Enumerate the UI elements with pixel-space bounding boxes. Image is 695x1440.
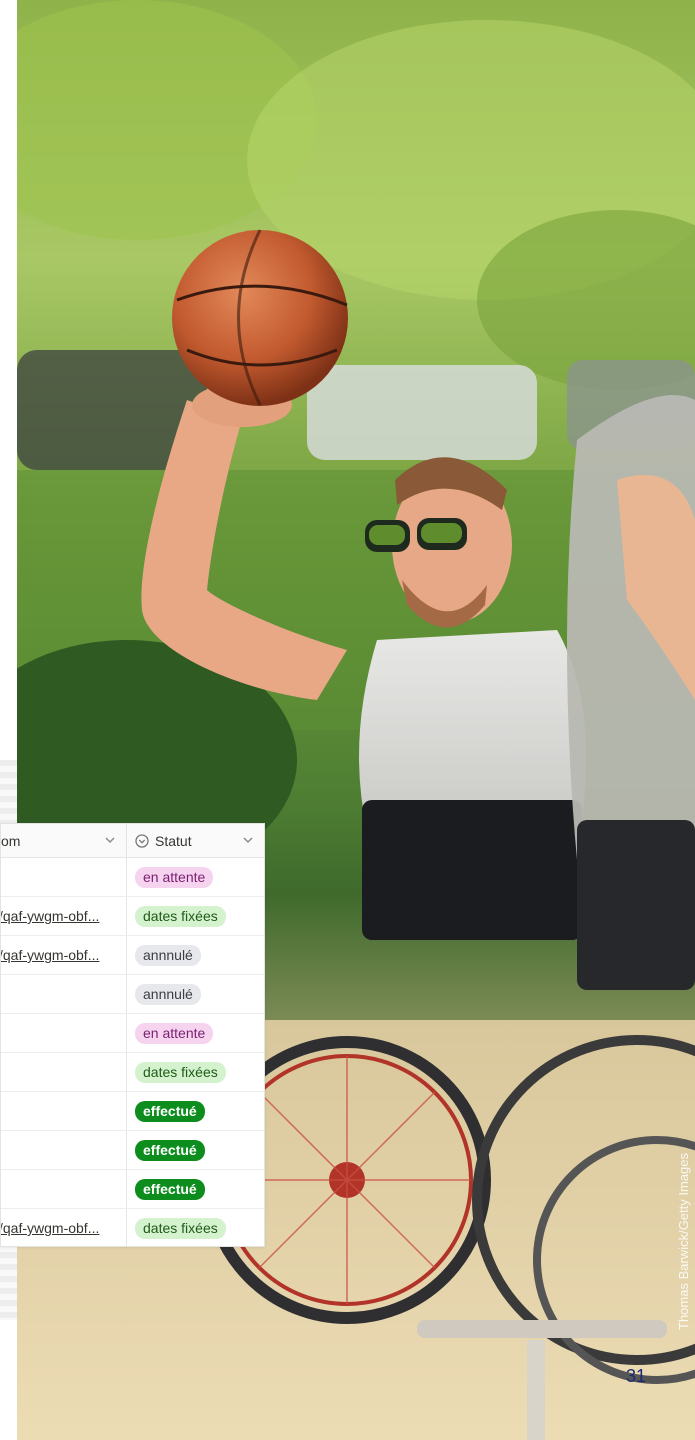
name-cell[interactable]: /qaf-ywgm-obf...: [1, 897, 128, 935]
name-cell[interactable]: /qaf-ywgm-obf...: [1, 936, 128, 974]
table-row[interactable]: /qaf-ywgm-obf... dates fixées: [1, 1209, 264, 1247]
status-cell[interactable]: dates fixées: [127, 897, 264, 935]
status-badge: en attente: [135, 866, 214, 888]
photo-credit: Thomas Barwick/Getty Images: [676, 1153, 691, 1330]
status-cell[interactable]: effectué: [127, 1131, 264, 1169]
column-name-label: om: [1, 832, 21, 849]
table-header: om Statut: [1, 824, 264, 858]
name-cell[interactable]: [1, 1170, 128, 1208]
status-badge: dates fixées: [135, 1217, 226, 1239]
name-cell[interactable]: [1, 975, 128, 1013]
status-badge: en attente: [135, 1022, 214, 1044]
status-badge: annnulé: [135, 944, 201, 966]
status-circle-icon: [135, 833, 149, 848]
table-row[interactable]: /qaf-ywgm-obf... annnulé: [1, 936, 264, 975]
status-cell[interactable]: en attente: [127, 1014, 264, 1052]
name-cell[interactable]: [1, 858, 128, 896]
table-row[interactable]: en attente: [1, 858, 264, 897]
chevron-down-icon[interactable]: [104, 834, 116, 846]
column-status-label: Statut: [155, 832, 192, 849]
table-row[interactable]: /qaf-ywgm-obf... dates fixées: [1, 897, 264, 936]
status-cell[interactable]: annnulé: [127, 936, 264, 974]
status-badge: effectué: [135, 1139, 205, 1161]
column-header-name[interactable]: om: [1, 824, 128, 857]
table-row[interactable]: effectué: [1, 1170, 264, 1209]
name-cell[interactable]: [1, 1092, 128, 1130]
status-cell[interactable]: annnulé: [127, 975, 264, 1013]
name-cell[interactable]: [1, 1014, 128, 1052]
page-number: 31: [626, 1366, 647, 1386]
name-cell[interactable]: /qaf-ywgm-obf...: [1, 1209, 128, 1247]
table-row[interactable]: effectué: [1, 1092, 264, 1131]
chevron-down-icon[interactable]: [242, 834, 254, 846]
status-cell[interactable]: en attente: [127, 858, 264, 896]
table-row[interactable]: en attente: [1, 1014, 264, 1053]
name-cell[interactable]: [1, 1053, 128, 1091]
status-cell[interactable]: effectué: [127, 1170, 264, 1208]
status-cell[interactable]: effectué: [127, 1092, 264, 1130]
table-row[interactable]: dates fixées: [1, 1053, 264, 1092]
page-link[interactable]: /qaf-ywgm-obf...: [1, 1220, 99, 1236]
database-table-overlay: om Statut en attente /qaf-ywgm-obf... da…: [0, 823, 265, 1247]
status-badge: dates fixées: [135, 905, 226, 927]
column-header-status[interactable]: Statut: [127, 824, 264, 857]
name-cell[interactable]: [1, 1131, 128, 1169]
status-badge: dates fixées: [135, 1061, 226, 1083]
page-link[interactable]: /qaf-ywgm-obf...: [1, 947, 99, 963]
page-link[interactable]: /qaf-ywgm-obf...: [1, 908, 99, 924]
status-badge: effectué: [135, 1178, 205, 1200]
status-cell[interactable]: dates fixées: [127, 1209, 264, 1247]
status-badge: annnulé: [135, 983, 201, 1005]
table-row[interactable]: effectué: [1, 1131, 264, 1170]
status-cell[interactable]: dates fixées: [127, 1053, 264, 1091]
table-row[interactable]: annnulé: [1, 975, 264, 1014]
status-badge: effectué: [135, 1100, 205, 1122]
